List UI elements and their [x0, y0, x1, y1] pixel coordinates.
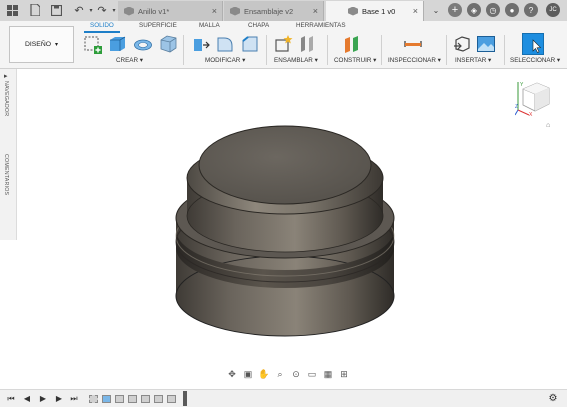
create-group-label[interactable]: CREAR ▾	[116, 57, 143, 64]
joint-icon[interactable]	[297, 34, 317, 54]
close-tab-button[interactable]: ×	[313, 6, 318, 16]
play-icon[interactable]: ▶	[38, 393, 48, 404]
timeline-marker[interactable]	[183, 391, 187, 406]
insert-derive-icon[interactable]	[452, 34, 472, 54]
insert-canvas-icon[interactable]	[476, 34, 496, 54]
cursor-icon	[532, 39, 542, 53]
toolbar-divider	[266, 35, 267, 65]
close-tab-button[interactable]: ×	[413, 6, 418, 16]
tab-malla[interactable]: MALLA	[199, 22, 220, 29]
notifications-icon[interactable]: ●	[505, 3, 519, 17]
navigation-bar: ✥ ▣ ✋ ⌕ ⊙ ▭ ▦ ⊞	[226, 367, 366, 382]
display-settings-icon[interactable]: ▭	[306, 369, 318, 381]
select-group-label[interactable]: SELECCIONAR ▾	[510, 57, 560, 64]
look-at-icon[interactable]: ▣	[242, 369, 254, 381]
tab-label: Base 1 v0	[362, 6, 396, 16]
modify-group-label[interactable]: MODIFICAR ▾	[205, 57, 245, 64]
timeline-feature[interactable]	[154, 395, 163, 403]
toolbar-divider	[446, 35, 447, 65]
fit-icon[interactable]: ⊙	[290, 369, 302, 381]
tab-ensamblaje[interactable]: Ensamblaje v2 ×	[224, 1, 324, 21]
insert-group-label[interactable]: INSERTAR ▾	[455, 57, 491, 64]
comments-panel-label[interactable]: COMENTARIOS	[3, 154, 9, 195]
tab-list-icon[interactable]: ⌄	[429, 3, 443, 17]
step-back-icon[interactable]: ◀	[22, 393, 32, 404]
tab-chapa[interactable]: CHAPA	[248, 22, 269, 29]
close-tab-button[interactable]: ×	[212, 6, 217, 16]
timeline-feature[interactable]	[115, 395, 124, 403]
timeline-feature[interactable]	[141, 395, 150, 403]
file-icon[interactable]	[28, 3, 42, 17]
help-icon[interactable]: ?	[524, 3, 538, 17]
tab-superficie[interactable]: SUPERFICIE	[139, 22, 177, 29]
assemble-group-label[interactable]: ENSAMBLAR ▾	[274, 57, 318, 64]
select-tool-button[interactable]	[522, 33, 544, 55]
chevron-down-icon: ▾	[55, 42, 59, 48]
tab-anillo[interactable]: Anillo v1* ×	[118, 1, 223, 21]
construct-group-label[interactable]: CONSTRUIR ▾	[334, 57, 376, 64]
x-axis-line	[517, 109, 530, 116]
design-file-icon	[124, 6, 134, 16]
tab-label: Anillo v1*	[138, 6, 170, 16]
new-component-icon[interactable]	[273, 34, 293, 54]
save-icon[interactable]	[49, 3, 63, 17]
go-to-end-icon[interactable]: ⏭	[69, 393, 79, 404]
press-pull-icon[interactable]	[190, 34, 210, 54]
box-icon[interactable]	[158, 34, 178, 54]
app-grid-icon[interactable]	[5, 3, 19, 17]
3d-model[interactable]	[170, 118, 400, 340]
tab-solido[interactable]: SOLIDO	[90, 22, 114, 29]
pan-icon[interactable]: ✋	[258, 369, 270, 381]
timeline-sketch-feature[interactable]	[89, 395, 98, 403]
offset-plane-icon[interactable]	[342, 34, 362, 54]
measure-icon[interactable]	[403, 34, 423, 54]
toolbar: SOLIDO SUPERFICIE MALLA CHAPA HERRAMIENT…	[0, 21, 567, 69]
new-tab-icon[interactable]: +	[448, 3, 462, 17]
extrude-icon[interactable]	[107, 34, 127, 54]
z-axis-line	[515, 109, 519, 116]
profile-icon[interactable]: JC	[546, 3, 560, 17]
workspace-switcher-button[interactable]: DISEÑO ▾	[9, 26, 74, 63]
zoom-icon[interactable]: ⌕	[274, 369, 286, 381]
fillet-icon[interactable]	[215, 34, 235, 54]
step-forward-icon[interactable]: ▶	[54, 393, 64, 404]
extensions-icon[interactable]: ◈	[467, 3, 481, 17]
side-panel: ▸ NAVEGADOR COMENTARIOS	[0, 69, 17, 240]
grid-settings-icon[interactable]: ▦	[322, 369, 334, 381]
orbit-icon[interactable]: ✥	[226, 369, 238, 381]
x-axis-label: X	[529, 112, 533, 117]
create-sketch-icon[interactable]	[83, 34, 103, 54]
timeline: ⏮ ◀ ▶ ▶ ⏭ ⚙	[0, 389, 567, 407]
timeline-feature[interactable]	[128, 395, 137, 403]
y-axis-label: Y	[520, 82, 524, 88]
design-file-icon	[348, 6, 358, 16]
tab-label: Ensamblaje v2	[244, 6, 294, 16]
toolbar-divider	[381, 35, 382, 65]
revolve-icon[interactable]	[133, 34, 153, 54]
settings-gear-icon[interactable]: ⚙	[548, 393, 558, 404]
z-axis-label: Z	[515, 104, 518, 110]
toolbar-divider	[327, 35, 328, 65]
job-status-icon[interactable]: ◷	[486, 3, 500, 17]
design-file-icon	[230, 6, 240, 16]
viewport-icon[interactable]: ⊞	[338, 369, 350, 381]
active-tab-indicator	[84, 31, 120, 33]
tab-herramientas[interactable]: HERRAMIENTAS	[296, 22, 346, 29]
toolbar-divider	[183, 35, 184, 65]
inspect-group-label[interactable]: INSPECCIONAR ▾	[388, 57, 441, 64]
timeline-feature[interactable]	[167, 395, 176, 403]
expand-panel-icon[interactable]: ▸	[4, 72, 8, 80]
tab-base[interactable]: Base 1 v0 ×	[326, 1, 424, 21]
toolbar-divider	[504, 35, 505, 65]
view-cube[interactable]: Y X Z	[515, 77, 555, 117]
workspace-label: DISEÑO	[24, 41, 52, 48]
browser-panel-label[interactable]: NAVEGADOR	[3, 81, 9, 116]
chamfer-icon[interactable]	[240, 34, 260, 54]
title-bar: ↶ ▾ ↷ ▾ Anillo v1* × Ensamblaje v2 × Bas…	[0, 0, 567, 21]
go-to-start-icon[interactable]: ⏮	[6, 393, 16, 404]
home-view-icon[interactable]: ⌂	[546, 122, 550, 129]
timeline-revolve-feature[interactable]	[102, 395, 111, 403]
